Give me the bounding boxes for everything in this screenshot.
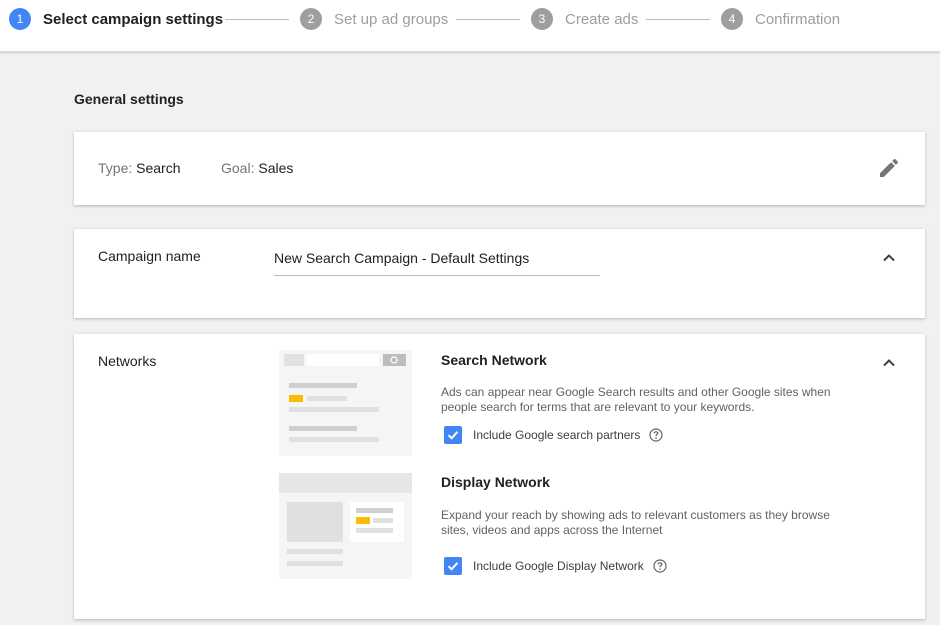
networks-card: Networks Search Network Ads can appear n… [74, 334, 925, 619]
search-network-illustration [279, 350, 412, 456]
display-network-option[interactable]: Include Google Display Network [444, 557, 667, 575]
step-confirmation[interactable]: 4 Confirmation [721, 8, 840, 30]
step-set-up-ad-groups[interactable]: 2 Set up ad groups [300, 8, 448, 30]
campaign-name-card: Campaign name [74, 229, 925, 318]
display-network-checkbox[interactable] [444, 557, 462, 575]
goal-label: Goal: [221, 160, 255, 176]
search-network-title: Search Network [441, 352, 547, 368]
chevron-up-icon[interactable] [881, 250, 897, 266]
type-goal-card: Type: Search Goal: Sales [74, 132, 925, 205]
step-number: 3 [531, 8, 553, 30]
campaign-name-label: Campaign name [98, 248, 201, 264]
campaign-type: Type: Search [98, 160, 181, 176]
display-network-title: Display Network [441, 474, 550, 490]
campaign-goal: Goal: Sales [221, 160, 293, 176]
help-icon[interactable] [653, 559, 667, 573]
step-connector [646, 19, 710, 20]
campaign-name-input[interactable] [274, 248, 600, 276]
goal-value: Sales [258, 160, 294, 176]
step-number: 1 [9, 8, 31, 30]
section-title-general-settings: General settings [74, 91, 184, 107]
step-create-ads[interactable]: 3 Create ads [531, 8, 638, 30]
chevron-up-icon[interactable] [881, 355, 897, 371]
step-label: Set up ad groups [334, 10, 449, 28]
search-partners-checkbox[interactable] [444, 426, 462, 444]
step-connector [225, 19, 289, 20]
step-connector [456, 19, 520, 20]
search-partners-option[interactable]: Include Google search partners [444, 426, 664, 444]
campaign-stepper: 1 Select campaign settings 2 Set up ad g… [0, 0, 940, 52]
search-network-description: Ads can appear near Google Search result… [441, 385, 831, 414]
display-network-description: Expand your reach by showing ads to rele… [441, 508, 830, 537]
step-number: 2 [300, 8, 322, 30]
pencil-icon[interactable] [877, 156, 901, 180]
checkmark-icon [447, 431, 459, 440]
type-value: Search [136, 160, 181, 176]
display-network-label: Include Google Display Network [473, 559, 644, 573]
step-number: 4 [721, 8, 743, 30]
step-label: Confirmation [755, 10, 841, 28]
search-partners-label: Include Google search partners [473, 428, 641, 442]
help-icon[interactable] [649, 428, 664, 442]
step-label: Select campaign settings [43, 10, 224, 28]
step-label: Create ads [565, 10, 639, 28]
checkmark-icon [447, 562, 459, 571]
step-select-campaign-settings[interactable]: 1 Select campaign settings [9, 8, 223, 30]
display-network-illustration [279, 473, 412, 579]
type-label: Type: [98, 160, 133, 176]
networks-label: Networks [98, 353, 157, 369]
